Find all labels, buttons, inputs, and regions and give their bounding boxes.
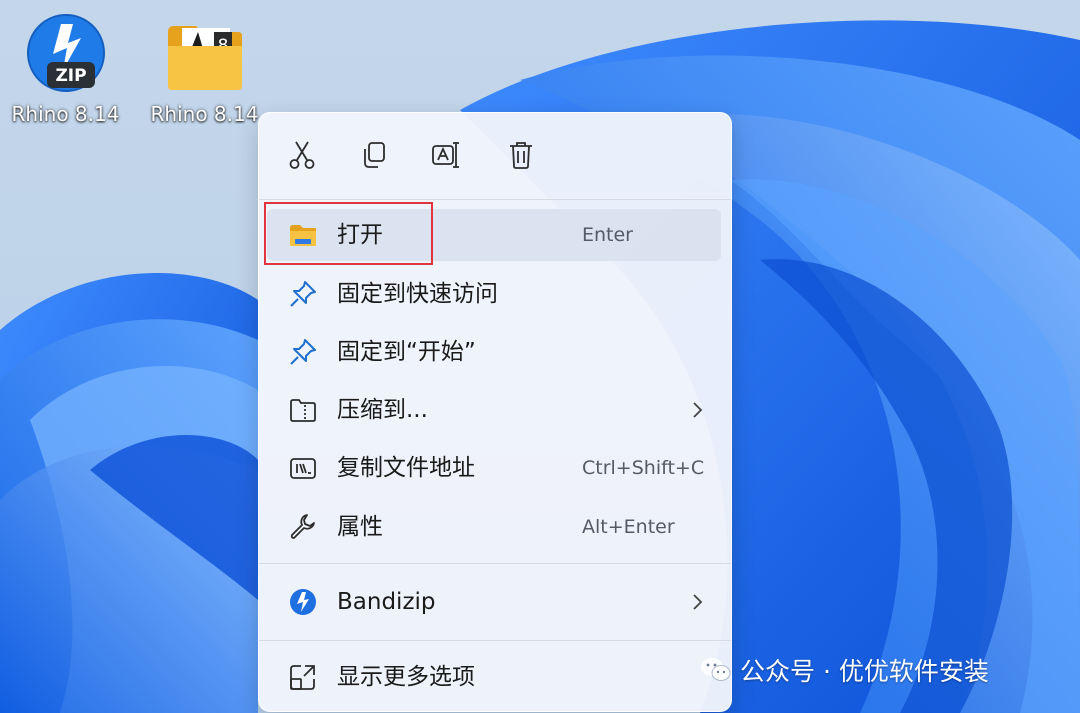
menu-item-bandizip[interactable]: Bandizip <box>267 576 721 628</box>
copy-icon <box>364 142 385 168</box>
menu-item-shortcut: Ctrl+Shift+C <box>582 457 705 479</box>
copy-button[interactable] <box>352 133 396 177</box>
wechat-icon <box>701 658 731 681</box>
menu-item-copy-path[interactable]: 复制文件地址 Ctrl+Shift+C <box>267 442 721 494</box>
rename-button[interactable] <box>425 133 469 177</box>
menu-item-pin-quick-access[interactable]: 固定到快速访问 <box>267 268 721 320</box>
pin-icon <box>290 281 316 307</box>
compress-folder-icon <box>290 399 316 422</box>
menu-item-label: Bandizip <box>337 589 436 615</box>
context-menu-toolbar <box>259 113 731 199</box>
zip-archive-icon: ZIP <box>26 14 105 92</box>
desktop-icon-rhino-folder[interactable]: 8 Rhino 8.14 <box>142 10 267 130</box>
menu-item-label: 显示更多选项 <box>337 664 475 690</box>
menu-item-pin-start[interactable]: 固定到“开始” <box>267 326 721 378</box>
menu-separator <box>259 563 731 564</box>
menu-item-label: 属性 <box>337 514 383 540</box>
watermark: 公众号 · 优优软件安装 <box>700 650 989 690</box>
menu-item-label: 复制文件地址 <box>337 455 475 481</box>
rename-icon <box>432 142 459 168</box>
copy-path-icon <box>290 458 316 479</box>
pin-icon <box>290 339 316 365</box>
delete-icon <box>510 142 532 169</box>
delete-button[interactable] <box>499 133 543 177</box>
menu-separator <box>259 199 731 200</box>
menu-item-shortcut: Enter <box>582 224 633 246</box>
menu-item-label: 压缩到... <box>337 397 428 423</box>
menu-item-label: 固定到“开始” <box>337 339 476 365</box>
menu-item-label: 固定到快速访问 <box>337 281 498 307</box>
chevron-right-icon <box>693 594 703 610</box>
watermark-text: 公众号 · 优优软件安装 <box>740 657 989 686</box>
desktop-icon-label: Rhino 8.14 <box>150 102 259 126</box>
menu-separator <box>259 640 731 641</box>
cut-icon <box>289 141 315 169</box>
folder-icon <box>290 225 316 246</box>
menu-item-shortcut: Alt+Enter <box>582 516 675 538</box>
bandizip-icon <box>290 589 316 615</box>
menu-item-open[interactable]: 打开 Enter <box>267 209 721 261</box>
show-more-icon <box>290 665 315 690</box>
chevron-right-icon <box>693 402 703 418</box>
zip-badge-text: ZIP <box>55 66 86 86</box>
desktop-icon-rhino-zip[interactable]: ZIP Rhino 8.14 <box>3 10 128 130</box>
menu-item-properties[interactable]: 属性 Alt+Enter <box>267 501 721 553</box>
context-menu: 打开 Enter 固定到快速访问 固定到“开始” 压缩到... 复制文件地址 C… <box>258 112 732 712</box>
cut-button[interactable] <box>280 133 324 177</box>
menu-item-compress-to[interactable]: 压缩到... <box>267 384 721 436</box>
menu-item-show-more[interactable]: 显示更多选项 <box>267 651 721 703</box>
desktop: ZIP Rhino 8.14 8 Rhino 8.14 <box>0 0 1080 713</box>
folder-icon: 8 <box>167 26 242 90</box>
menu-item-label: 打开 <box>337 222 383 248</box>
desktop-icon-label: Rhino 8.14 <box>11 102 120 126</box>
wrench-icon <box>290 514 315 539</box>
